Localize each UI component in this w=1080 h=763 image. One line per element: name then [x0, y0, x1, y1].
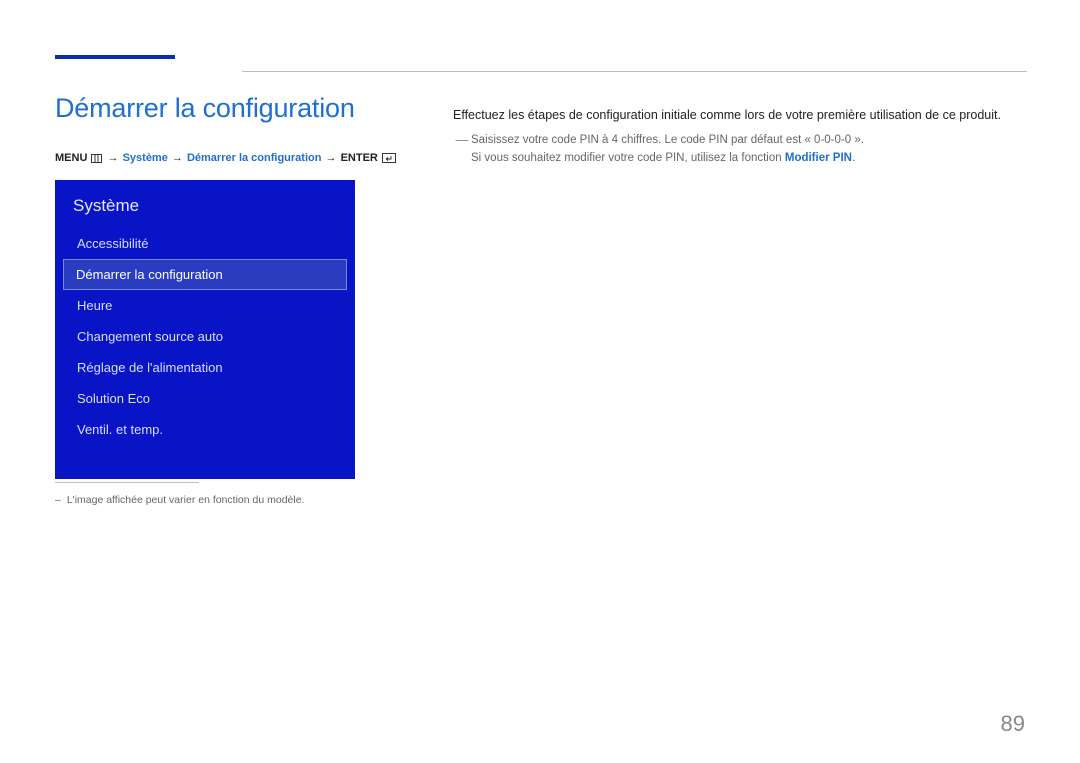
menu-panel: Système AccessibilitéDémarrer la configu…: [55, 180, 355, 479]
note-line2-pre: Si vous souhaitez modifier votre code PI…: [471, 152, 785, 164]
page-number: 89: [1001, 711, 1025, 737]
note-line1: Saisissez votre code PIN à 4 chiffres. L…: [471, 134, 864, 146]
enter-icon: [382, 153, 396, 163]
note-block: ― Saisissez votre code PIN à 4 chiffres.…: [453, 131, 1025, 168]
footnote: –L'image affichée peut varier en fonctio…: [55, 494, 304, 506]
note-dash-icon: ―: [453, 131, 471, 146]
right-column: Effectuez les étapes de configuration in…: [425, 93, 1025, 479]
intro-text: Effectuez les étapes de configuration in…: [453, 105, 1025, 125]
menu-item[interactable]: Accessibilité: [55, 228, 355, 259]
breadcrumb-arrow-2: →: [172, 152, 183, 164]
menu-item[interactable]: Solution Eco: [55, 383, 355, 414]
footnote-text: L'image affichée peut varier en fonction…: [67, 494, 305, 506]
page-root: Démarrer la configuration MENU → Système…: [0, 0, 1080, 763]
menu-grid-icon: [91, 154, 102, 163]
note-line2-post: .: [852, 152, 855, 164]
menu-item[interactable]: Ventil. et temp.: [55, 414, 355, 445]
menu-item[interactable]: Démarrer la configuration: [63, 259, 347, 290]
breadcrumb-menu: MENU: [55, 152, 87, 164]
note-highlight: Modifier PIN: [785, 152, 852, 164]
note-text: Saisissez votre code PIN à 4 chiffres. L…: [471, 131, 864, 168]
breadcrumb-arrow-1: →: [108, 152, 119, 164]
menu-items-container: AccessibilitéDémarrer la configurationHe…: [55, 228, 355, 445]
menu-item[interactable]: Heure: [55, 290, 355, 321]
breadcrumb-demarrer: Démarrer la configuration: [187, 152, 321, 164]
page-title: Démarrer la configuration: [55, 93, 425, 124]
breadcrumb-enter: ENTER: [341, 152, 378, 164]
menu-panel-title: Système: [55, 194, 355, 228]
header-accent-bar: [55, 55, 175, 59]
footnote-dash-icon: –: [55, 494, 61, 506]
menu-item[interactable]: Réglage de l'alimentation: [55, 352, 355, 383]
breadcrumb-systeme: Système: [123, 152, 168, 164]
header-rule: [242, 71, 1027, 72]
breadcrumb-arrow-3: →: [326, 152, 337, 164]
breadcrumb: MENU → Système → Démarrer la configurati…: [55, 152, 425, 164]
menu-item[interactable]: Changement source auto: [55, 321, 355, 352]
content-row: Démarrer la configuration MENU → Système…: [55, 93, 1025, 479]
left-column: Démarrer la configuration MENU → Système…: [55, 93, 425, 479]
footnote-rule: [55, 482, 199, 483]
